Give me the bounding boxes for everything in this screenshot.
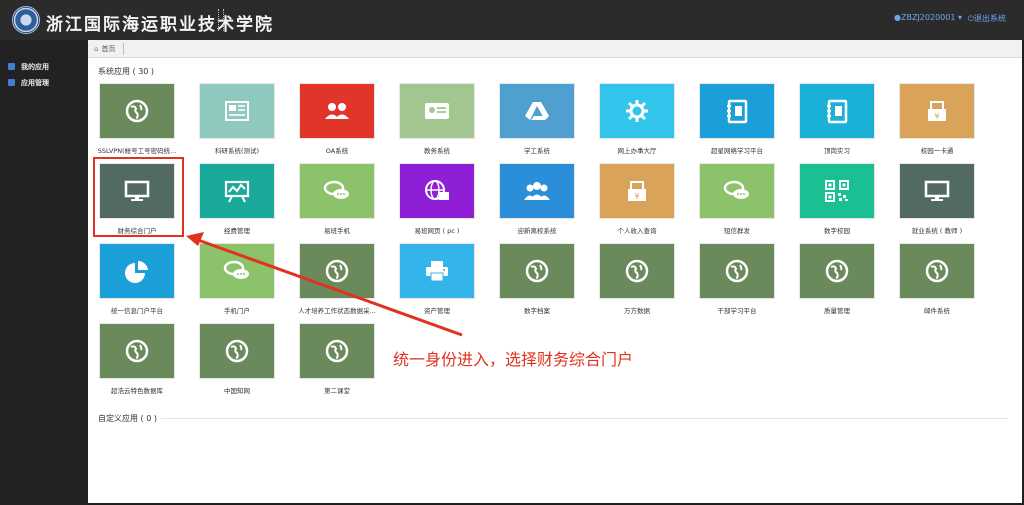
annotation-text: 统一身份进入，选择财务综合门户 bbox=[393, 350, 634, 369]
annotation-arrow bbox=[186, 232, 463, 337]
